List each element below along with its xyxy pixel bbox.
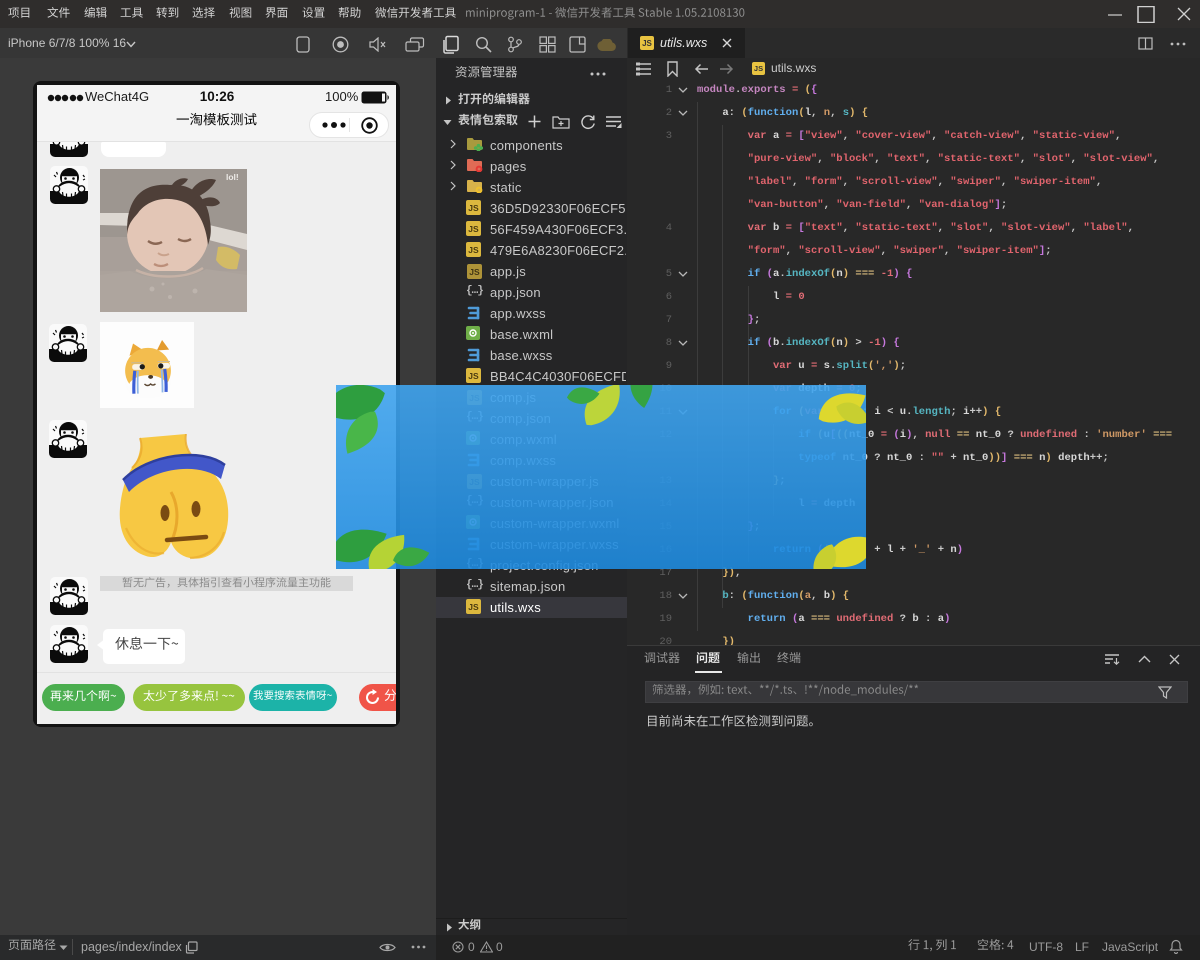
svg-text:lol!: lol! [226,172,239,182]
